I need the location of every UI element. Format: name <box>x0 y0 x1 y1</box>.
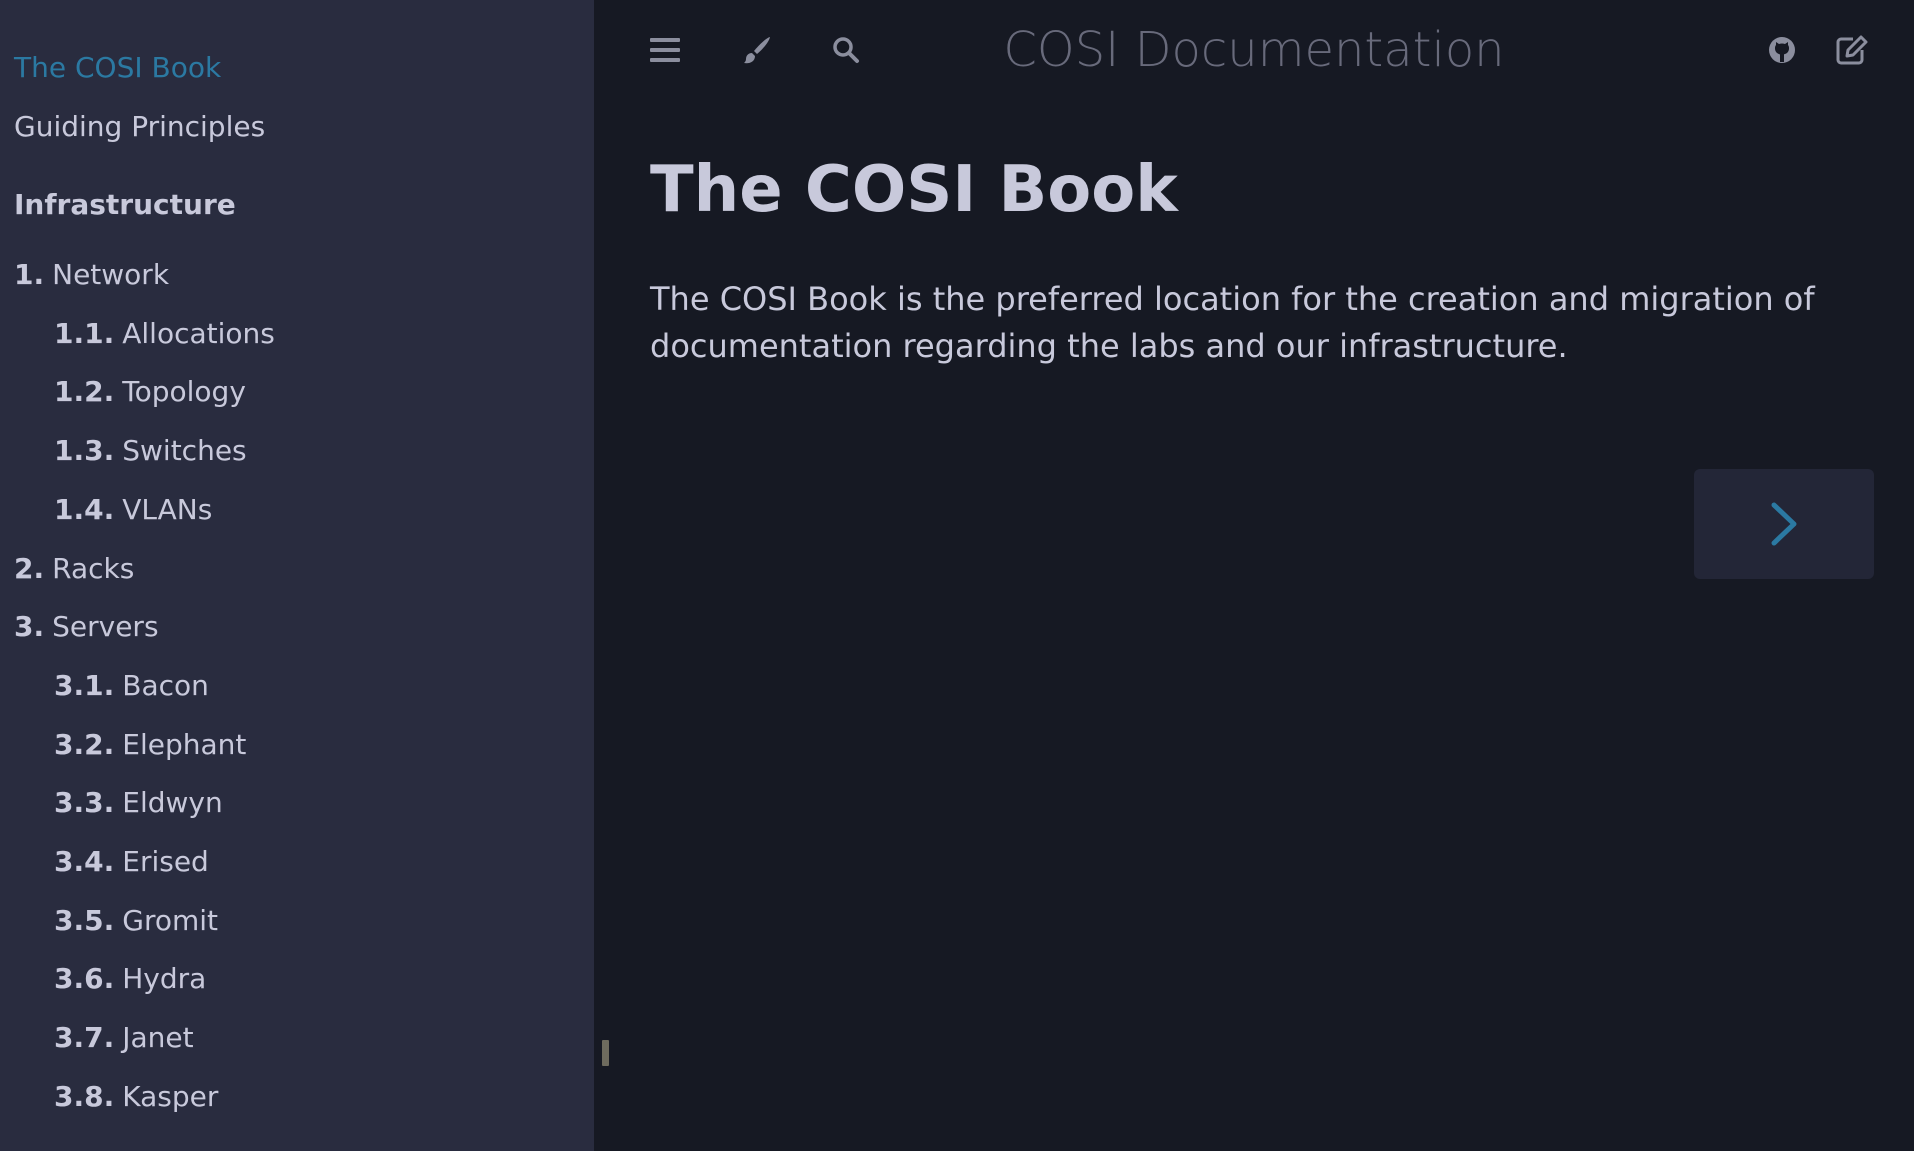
sidebar: The COSI Book Guiding Principles Infrast… <box>0 0 594 1151</box>
sidebar-item-number: 3.6. <box>54 962 115 995</box>
sidebar-part-title: Infrastructure <box>14 188 236 221</box>
sidebar-item-number: 1.2. <box>54 375 115 408</box>
intro-paragraph: The COSI Book is the preferred location … <box>650 280 1815 365</box>
sidebar-item-label: Janet <box>122 1021 194 1054</box>
sidebar-item-the-cosi-book[interactable]: The COSI Book <box>14 50 221 86</box>
toggle-sidebar-button[interactable] <box>643 28 687 72</box>
sidebar-item-number: 3.5. <box>54 904 115 937</box>
sidebar-item-label: Topology <box>122 375 246 408</box>
theme-button[interactable] <box>735 28 779 72</box>
edit-page-link[interactable] <box>1830 28 1874 72</box>
sidebar-item-number: 3.1. <box>54 669 115 702</box>
sidebar-resize-handle[interactable] <box>602 1040 609 1066</box>
sidebar-item-number: 1.4. <box>54 493 115 526</box>
sidebar-item-label: Network <box>52 258 170 291</box>
sidebar-item-label: Switches <box>122 434 247 467</box>
sidebar-item-number: 3.7. <box>54 1021 115 1054</box>
sidebar-item-label: The COSI Book <box>14 51 222 84</box>
hamburger-icon <box>650 38 680 62</box>
edit-icon <box>1836 35 1868 65</box>
sidebar-item-kasper[interactable]: 3.8. Kasper <box>54 1079 218 1115</box>
sidebar-item-label: Erised <box>122 845 209 878</box>
sidebar-item-label: Hydra <box>122 962 207 995</box>
sidebar-item-number: 3.8. <box>54 1080 115 1113</box>
sidebar-item-elephant[interactable]: 3.2. Elephant <box>54 727 246 763</box>
sidebar-item-label: Gromit <box>122 904 219 937</box>
menu-bar: COSI Documentation <box>594 0 1914 100</box>
sidebar-item-janet[interactable]: 3.7. Janet <box>54 1020 194 1056</box>
sidebar-item-label: Bacon <box>122 669 209 702</box>
sidebar-item-number: 1. <box>14 258 45 291</box>
sidebar-item-topology[interactable]: 1.2. Topology <box>54 374 246 410</box>
sidebar-item-erised[interactable]: 3.4. Erised <box>54 844 209 880</box>
sidebar-item-switches[interactable]: 1.3. Switches <box>54 433 247 469</box>
sidebar-item-guiding-principles[interactable]: Guiding Principles <box>14 109 265 145</box>
sidebar-item-bacon[interactable]: 3.1. Bacon <box>54 668 209 704</box>
sidebar-item-hydra[interactable]: 3.6. Hydra <box>54 961 206 997</box>
sidebar-item-gromit[interactable]: 3.5. Gromit <box>54 903 218 939</box>
app-window: The COSI Book Guiding Principles Infrast… <box>0 0 1914 1151</box>
sidebar-item-number: 3. <box>14 610 45 643</box>
sidebar-item-label: Elephant <box>122 728 247 761</box>
sidebar-item-servers[interactable]: 3. Servers <box>14 609 159 645</box>
sidebar-item-label: Allocations <box>122 317 275 350</box>
search-icon <box>833 37 859 63</box>
search-button[interactable] <box>824 28 868 72</box>
paintbrush-icon <box>744 37 770 64</box>
sidebar-item-racks[interactable]: 2. Racks <box>14 551 134 587</box>
github-icon <box>1769 37 1795 63</box>
sidebar-item-label: Servers <box>52 610 159 643</box>
sidebar-item-eldwyn[interactable]: 3.3. Eldwyn <box>54 785 223 821</box>
sidebar-item-vlans[interactable]: 1.4. VLANs <box>54 492 212 528</box>
sidebar-item-number: 1.3. <box>54 434 115 467</box>
sidebar-item-number: 3.2. <box>54 728 115 761</box>
sidebar-item-number: 3.3. <box>54 786 115 819</box>
main-content: The COSI Book The COSI Book is the prefe… <box>650 140 1860 370</box>
sidebar-item-label: Kasper <box>122 1080 219 1113</box>
sidebar-item-number: 3.4. <box>54 845 115 878</box>
sidebar-item-allocations[interactable]: 1.1. Allocations <box>54 316 275 352</box>
sidebar-item-label: Eldwyn <box>122 786 223 819</box>
sidebar-item-label: Racks <box>52 552 135 585</box>
page-title: The COSI Book <box>650 153 1178 227</box>
book-title: COSI Documentation <box>1003 22 1505 78</box>
sidebar-item-label: VLANs <box>122 493 213 526</box>
chevron-right-icon <box>1771 502 1797 546</box>
sidebar-item-number: 1.1. <box>54 317 115 350</box>
sidebar-item-number: 2. <box>14 552 45 585</box>
next-chapter-button[interactable] <box>1694 469 1874 579</box>
sidebar-item-network[interactable]: 1. Network <box>14 257 169 293</box>
sidebar-item-label: Guiding Principles <box>14 110 266 143</box>
github-link[interactable] <box>1760 28 1804 72</box>
